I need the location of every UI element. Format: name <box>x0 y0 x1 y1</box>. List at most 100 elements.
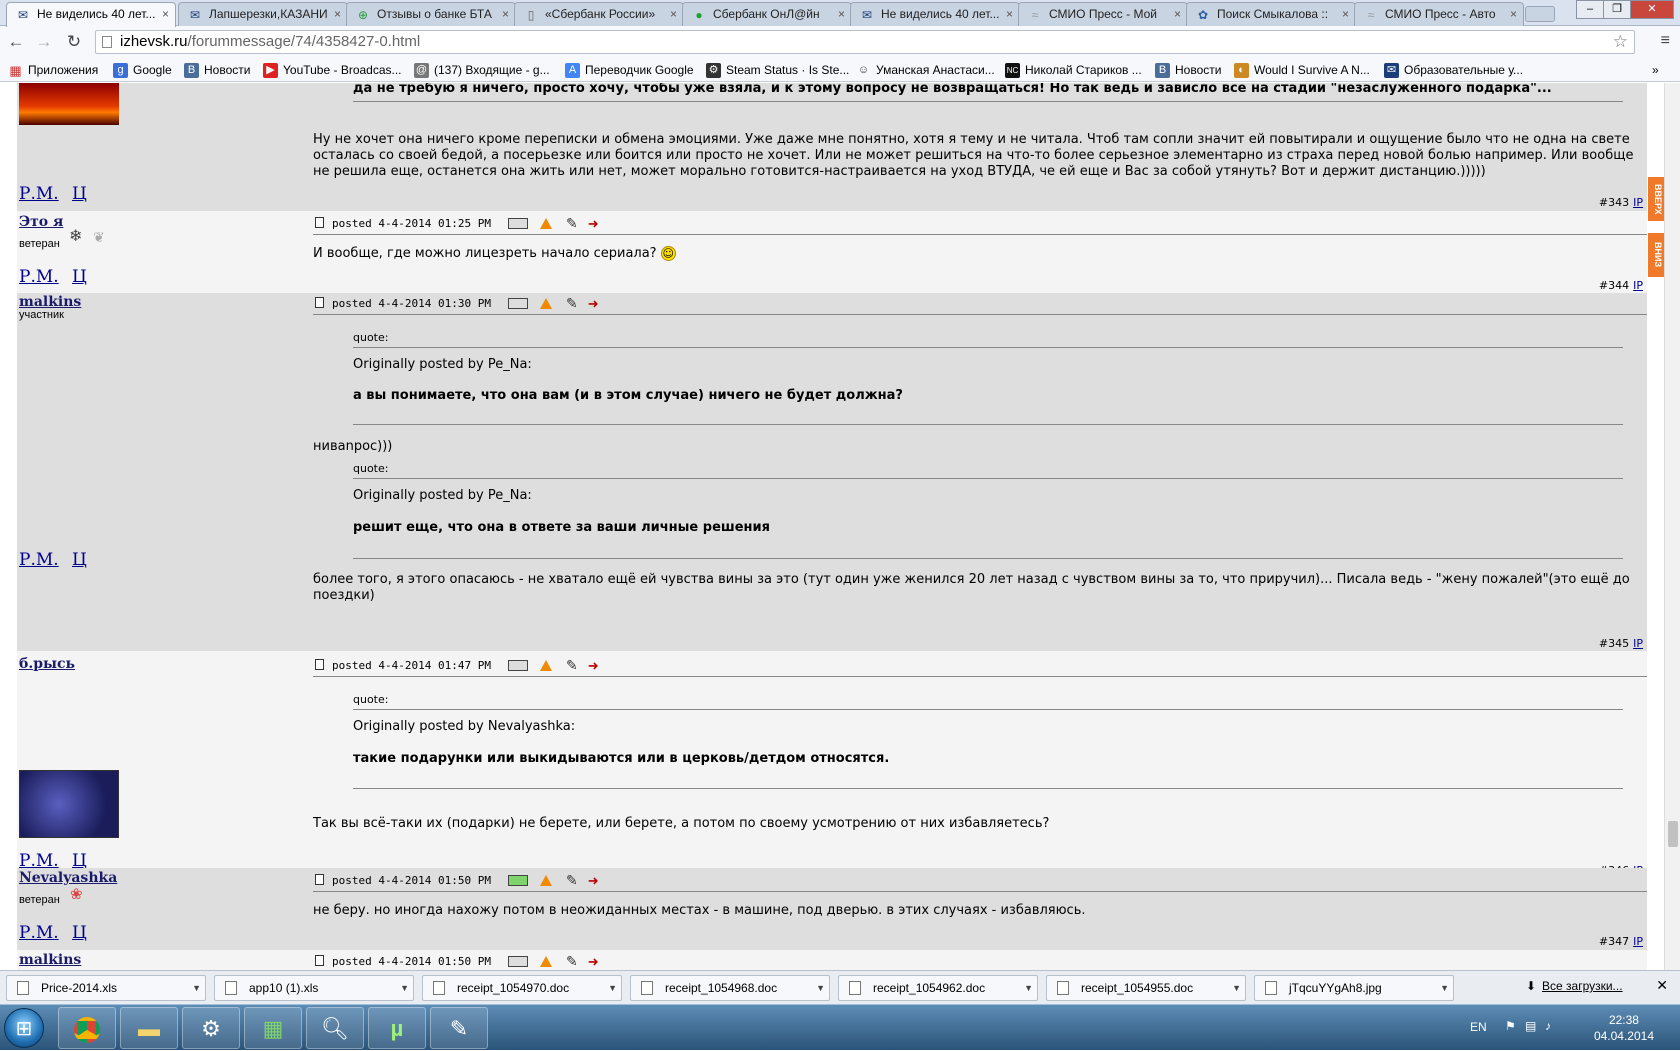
reply-icon[interactable]: ➜ <box>588 873 599 889</box>
language-indicator[interactable]: EN <box>1470 1020 1487 1034</box>
ip-link[interactable]: IP <box>1633 196 1643 209</box>
edit-icon[interactable]: ✎ <box>566 872 578 889</box>
bookmark-news[interactable]: В Новости <box>184 62 250 78</box>
profile-online-icon[interactable] <box>508 875 528 886</box>
volume-icon[interactable]: ♪ <box>1545 1019 1551 1033</box>
tab-7[interactable]: ✿ Поиск Смыкалова :: × <box>1186 2 1356 26</box>
close-icon[interactable]: × <box>1510 3 1517 25</box>
close-icon[interactable]: × <box>162 3 169 25</box>
warning-icon[interactable] <box>540 875 552 886</box>
bookmark-news-2[interactable]: В Новости <box>1155 62 1221 78</box>
all-downloads-link[interactable]: Все загрузки... <box>1542 979 1623 993</box>
warning-icon[interactable] <box>540 956 552 967</box>
chevron-down-icon[interactable]: ▼ <box>192 976 201 1000</box>
taskbar-paint[interactable]: ✎ <box>430 1007 488 1049</box>
tab-8[interactable]: ≈ СМИО Пресс - Авто × <box>1354 2 1524 26</box>
download-item[interactable]: receipt_1054970.doc ▼ <box>422 975 622 1001</box>
download-item[interactable]: receipt_1054968.doc ▼ <box>630 975 830 1001</box>
c-link[interactable]: Ц <box>72 267 87 287</box>
bookmark-starikov[interactable]: NC Николай Стариков ... <box>1005 62 1142 78</box>
bookmarks-overflow[interactable]: » <box>1652 62 1659 78</box>
close-icon[interactable]: ✕ <box>1656 977 1668 994</box>
edit-icon[interactable]: ✎ <box>566 295 578 312</box>
profile-icon[interactable] <box>508 956 528 967</box>
close-icon[interactable]: × <box>670 3 677 25</box>
post-author[interactable]: Nevalyashka <box>19 870 117 886</box>
page-scrollbar[interactable] <box>1664 83 1680 970</box>
pm-link[interactable]: Р.М. <box>19 550 59 570</box>
edit-icon[interactable]: ✎ <box>566 657 578 674</box>
reload-icon[interactable]: ↻ <box>62 31 86 53</box>
minimize-icon[interactable]: – <box>1576 0 1604 19</box>
bookmark-education[interactable]: ✉ Образовательные у... <box>1384 62 1523 78</box>
taskbar-steam[interactable]: ⚙ <box>182 1007 240 1049</box>
pm-link[interactable]: Р.М. <box>19 267 59 287</box>
tab-0[interactable]: ✉ Не виделись 40 лет... × <box>6 2 176 27</box>
profile-icon[interactable] <box>508 218 528 229</box>
c-link[interactable]: Ц <box>72 184 87 204</box>
pm-link[interactable]: Р.М. <box>19 184 59 204</box>
chevron-down-icon[interactable]: ▼ <box>1440 976 1449 1000</box>
download-item[interactable]: receipt_1054955.doc ▼ <box>1046 975 1246 1001</box>
address-bar[interactable]: izhevsk.ru/forummessage/74/4358427-0.htm… <box>95 30 1635 54</box>
bookmark-inbox[interactable]: @ (137) Входящие - g... <box>414 62 550 78</box>
close-icon[interactable]: × <box>1174 3 1181 25</box>
close-icon[interactable]: × <box>334 3 341 25</box>
clock[interactable]: 22:38 04.04.2014 <box>1594 1012 1654 1044</box>
close-icon[interactable]: × <box>502 3 509 25</box>
download-item[interactable]: receipt_1054962.doc ▼ <box>838 975 1038 1001</box>
chevron-down-icon[interactable]: ▼ <box>400 976 409 1000</box>
taskbar-chrome[interactable] <box>58 1007 116 1049</box>
star-icon[interactable]: ☆ <box>1613 31 1628 53</box>
warning-icon[interactable] <box>540 660 552 671</box>
profile-icon[interactable] <box>508 298 528 309</box>
bookmark-translate[interactable]: A Переводчик Google <box>565 62 694 78</box>
taskbar-excel[interactable]: ▦ <box>244 1007 302 1049</box>
chevron-down-icon[interactable]: ▼ <box>1232 976 1241 1000</box>
chevron-down-icon[interactable]: ▼ <box>816 976 825 1000</box>
bookmark-umanskaya[interactable]: ☺ Уманская Анастаси... <box>856 62 995 78</box>
taskbar-utorrent[interactable]: µ <box>368 1007 426 1049</box>
chevron-down-icon[interactable]: ▼ <box>1024 976 1033 1000</box>
reply-icon[interactable]: ➜ <box>588 296 599 312</box>
close-window-icon[interactable]: ✕ <box>1630 0 1674 19</box>
close-icon[interactable]: × <box>838 3 845 25</box>
post-author[interactable]: malkins <box>19 952 81 968</box>
reply-icon[interactable]: ➜ <box>588 658 599 674</box>
warning-icon[interactable] <box>540 218 552 229</box>
tab-1[interactable]: ✉ Лапшерезки,КАЗАНИ × <box>178 2 348 26</box>
back-arrow-icon[interactable]: ← <box>4 31 28 53</box>
tab-5[interactable]: ✉ Не виделись 40 лет... × <box>850 2 1020 26</box>
new-tab-button[interactable] <box>1525 6 1555 22</box>
tab-3[interactable]: ▯ «Сбербанк России» × <box>514 2 684 26</box>
reply-icon[interactable]: ➜ <box>588 954 599 970</box>
pm-link[interactable]: Р.М. <box>19 923 59 943</box>
chevron-down-icon[interactable]: ▼ <box>608 976 617 1000</box>
reply-icon[interactable]: ➜ <box>588 216 599 232</box>
c-link[interactable]: Ц <box>72 550 87 570</box>
start-button[interactable]: ⊞ <box>4 1008 44 1048</box>
close-icon[interactable]: × <box>1342 3 1349 25</box>
tab-6[interactable]: ≈ СМИО Пресс - Мой × <box>1018 2 1188 26</box>
download-item[interactable]: app10 (1).xls ▼ <box>214 975 414 1001</box>
ip-link[interactable]: IP <box>1633 279 1643 292</box>
edit-icon[interactable]: ✎ <box>566 215 578 232</box>
bookmark-google[interactable]: g Google <box>113 62 172 78</box>
taskbar-explorer[interactable]: ▬ <box>120 1007 178 1049</box>
c-link[interactable]: Ц <box>72 923 87 943</box>
warning-icon[interactable] <box>540 298 552 309</box>
network-icon[interactable]: ▤ <box>1525 1019 1536 1033</box>
post-author[interactable]: Это я <box>19 214 63 230</box>
bookmark-steam-status[interactable]: ⚙ Steam Status · Is Ste... <box>706 62 849 78</box>
tab-2[interactable]: ⊕ Отзывы о банке БТА × <box>346 2 516 26</box>
download-item[interactable]: jTqcuYYgAh8.jpg ▼ <box>1254 975 1454 1001</box>
flag-icon[interactable]: ⚑ <box>1505 1019 1516 1033</box>
edit-icon[interactable]: ✎ <box>566 953 578 970</box>
ip-link[interactable]: IP <box>1633 637 1643 650</box>
bookmark-youtube[interactable]: ▶ YouTube - Broadcas... <box>263 62 402 78</box>
post-author[interactable]: б.рысь <box>19 656 75 672</box>
close-icon[interactable]: × <box>1006 3 1013 25</box>
download-item[interactable]: Price-2014.xls ▼ <box>6 975 206 1001</box>
bookmark-apps[interactable]: ▦ Приложения <box>8 62 98 78</box>
bookmark-would-i-survive[interactable]: ◐ Would I Survive A N... <box>1234 62 1370 78</box>
